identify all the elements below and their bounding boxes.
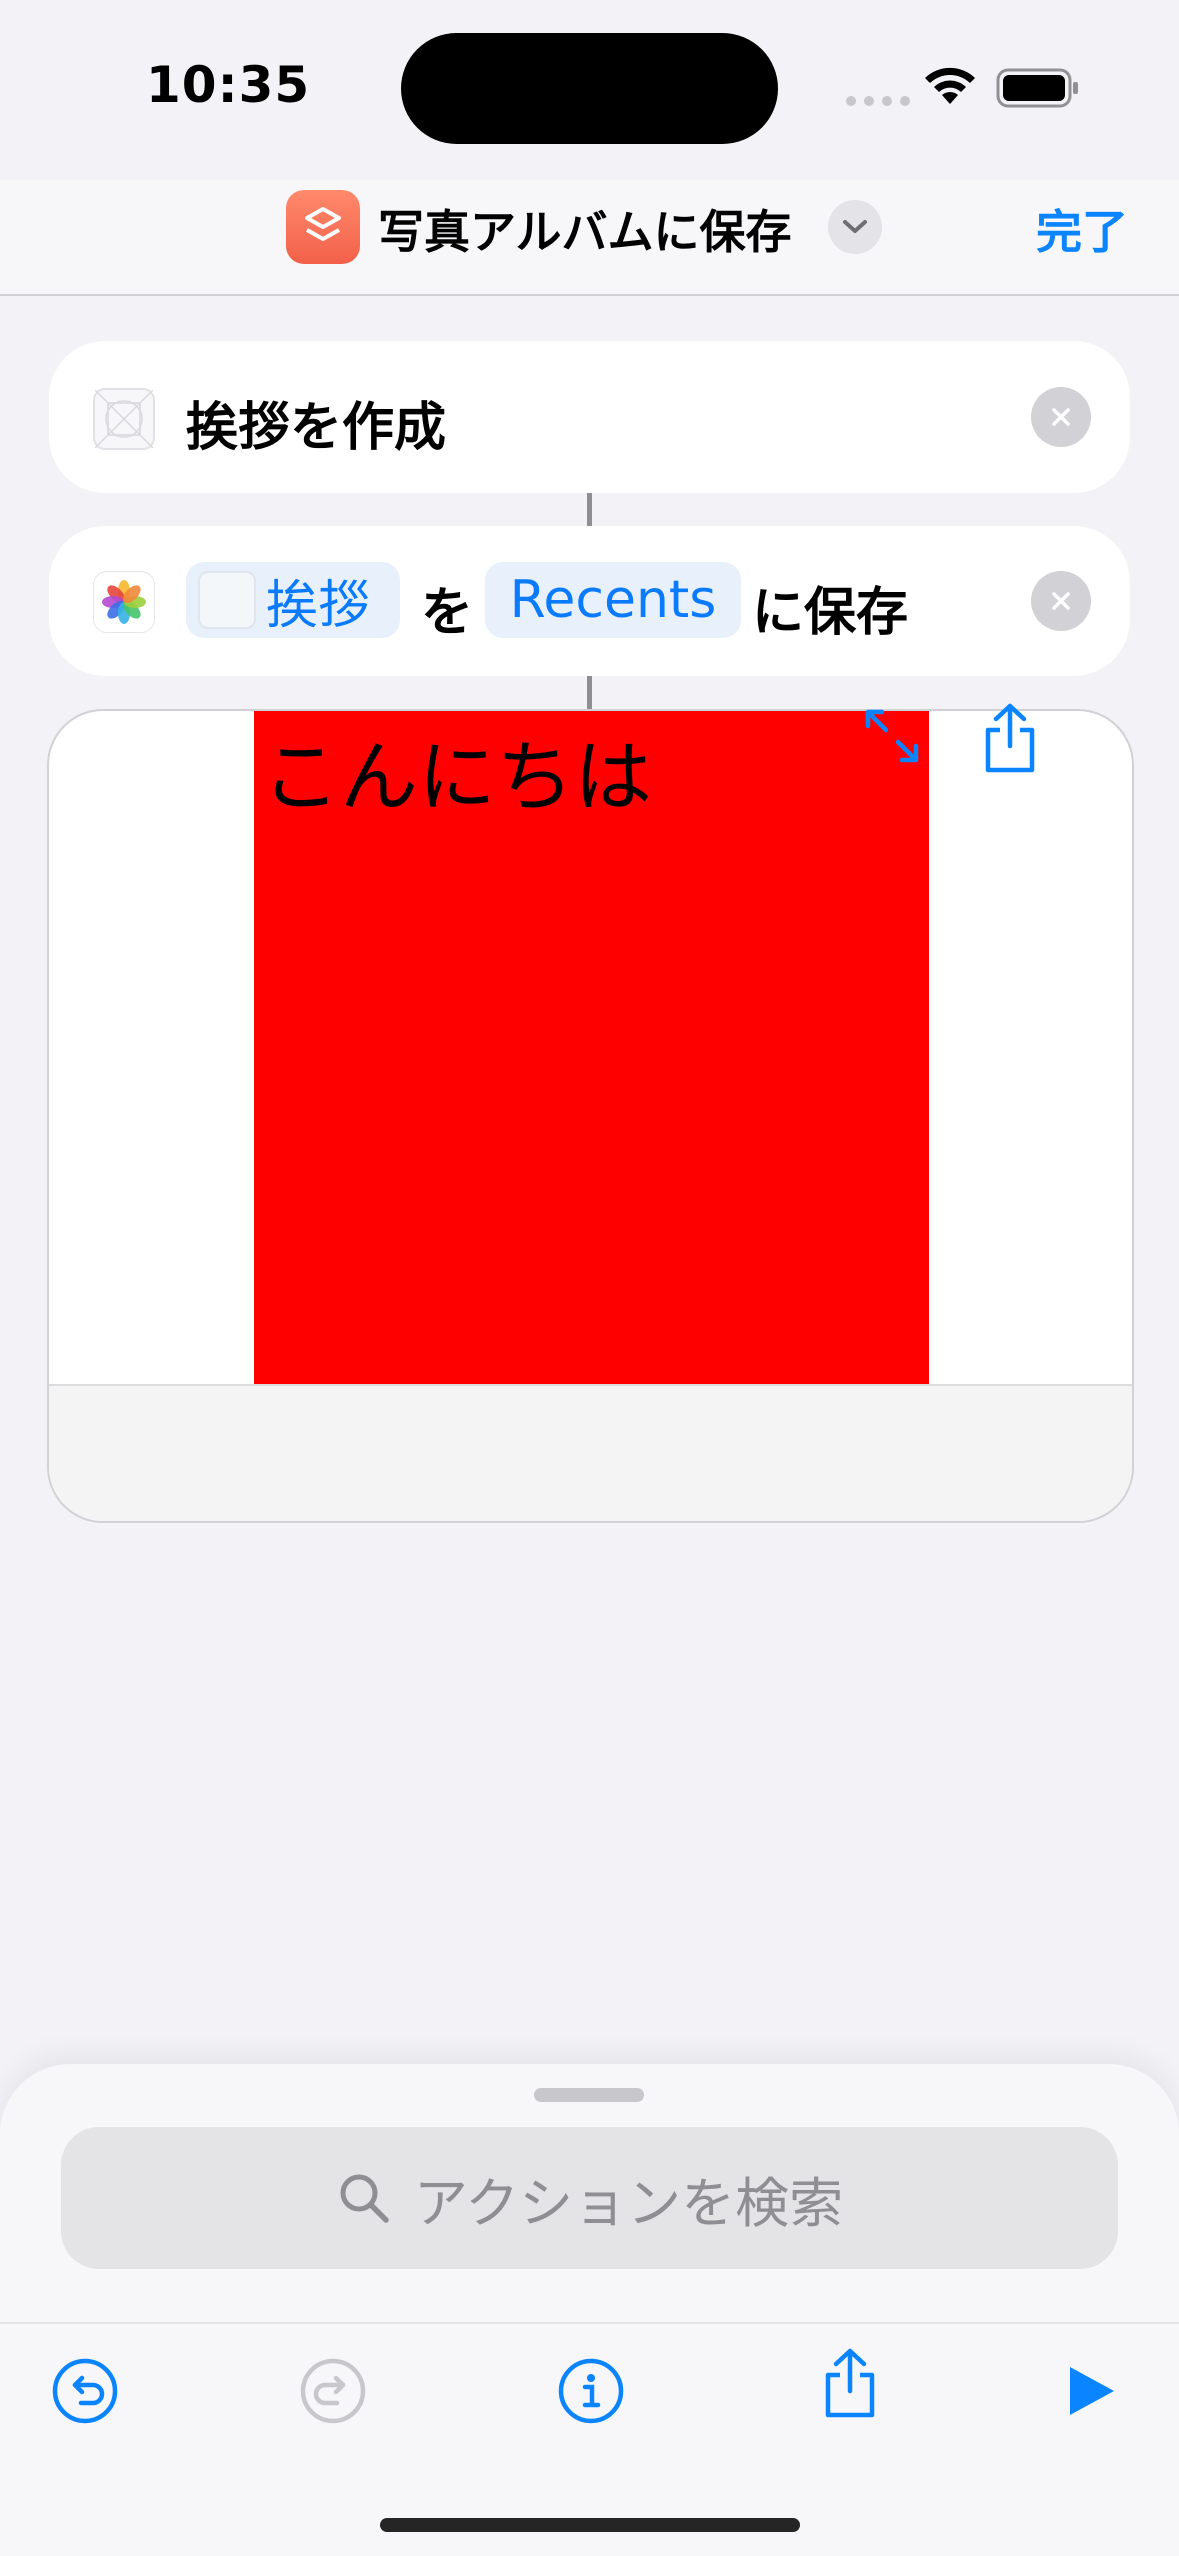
action-search-field[interactable]: アクションを検索 [61, 2127, 1118, 2269]
info-icon[interactable] [556, 2356, 626, 2426]
chevron-down-icon[interactable] [828, 200, 882, 254]
action-title: 挨拶を作成 [186, 398, 447, 458]
action-connector [587, 493, 592, 526]
share-icon[interactable] [815, 2348, 885, 2418]
action-connector [587, 676, 592, 709]
photos-icon [93, 571, 155, 633]
search-icon [340, 2174, 389, 2223]
close-icon [1052, 408, 1070, 426]
placeholder-icon [93, 388, 155, 450]
dynamic-island [401, 33, 778, 144]
remove-action-button[interactable] [1031, 571, 1091, 631]
preview-image-text: こんにちは [262, 733, 653, 823]
wifi-icon [922, 64, 978, 112]
preview-image[interactable]: こんにちは [254, 711, 929, 1386]
action-card-create-greeting[interactable]: 挨拶を作成 [49, 341, 1130, 493]
status-time: 10:35 [146, 56, 311, 114]
greeting-variable-token[interactable]: 挨拶 [186, 562, 400, 638]
greeting-token-label: 挨拶 [266, 575, 371, 636]
signal-dots-icon [846, 96, 910, 106]
action-card-save-to-album[interactable]: 挨拶 を Recents に保存 [49, 526, 1130, 676]
search-placeholder: アクションを検索 [413, 2171, 844, 2235]
remove-action-button[interactable] [1031, 387, 1091, 447]
placeholder-icon [198, 571, 256, 629]
shortcut-title[interactable]: 写真アルバムに保存 [378, 196, 792, 262]
battery-icon [996, 68, 1080, 112]
action-text-suffix: に保存 [752, 583, 909, 643]
close-icon [1052, 592, 1070, 610]
album-token-label: Recents [509, 570, 717, 630]
action-text-connector: を [421, 583, 474, 643]
expand-icon[interactable] [862, 706, 922, 770]
sheet-grabber[interactable] [534, 2088, 644, 2102]
play-icon[interactable] [1055, 2356, 1125, 2426]
preview-toolbar [49, 1384, 1132, 1521]
share-icon[interactable] [980, 702, 1040, 778]
done-button[interactable]: 完了 [1036, 196, 1128, 262]
redo-icon[interactable] [298, 2356, 368, 2426]
undo-icon[interactable] [50, 2356, 120, 2426]
album-token[interactable]: Recents [485, 562, 741, 638]
screen: 10:35 写真アルバムに保存 完了 挨拶を作成 挨拶 を Recents に保… [0, 0, 1179, 2556]
shortcuts-icon[interactable] [286, 190, 360, 264]
home-indicator[interactable] [380, 2518, 800, 2532]
output-preview: こんにちは [47, 709, 1134, 1523]
